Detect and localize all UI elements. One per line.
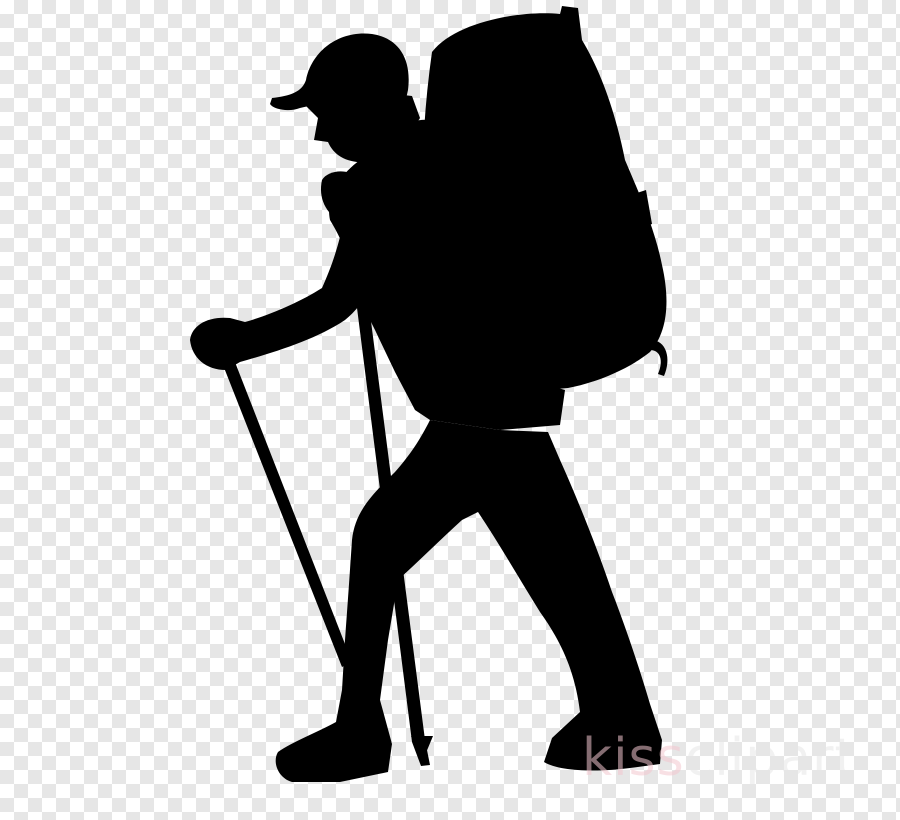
watermark: kissclipart — [582, 728, 856, 788]
watermark-part-b: clipart — [684, 728, 856, 788]
arm — [190, 215, 379, 370]
trekking-pole-front — [221, 357, 352, 667]
image-canvas: kissclipart — [0, 0, 900, 820]
watermark-part-a: kiss — [582, 728, 685, 788]
hiker-silhouette — [190, 6, 668, 782]
backpack-strap-loop — [648, 339, 668, 376]
